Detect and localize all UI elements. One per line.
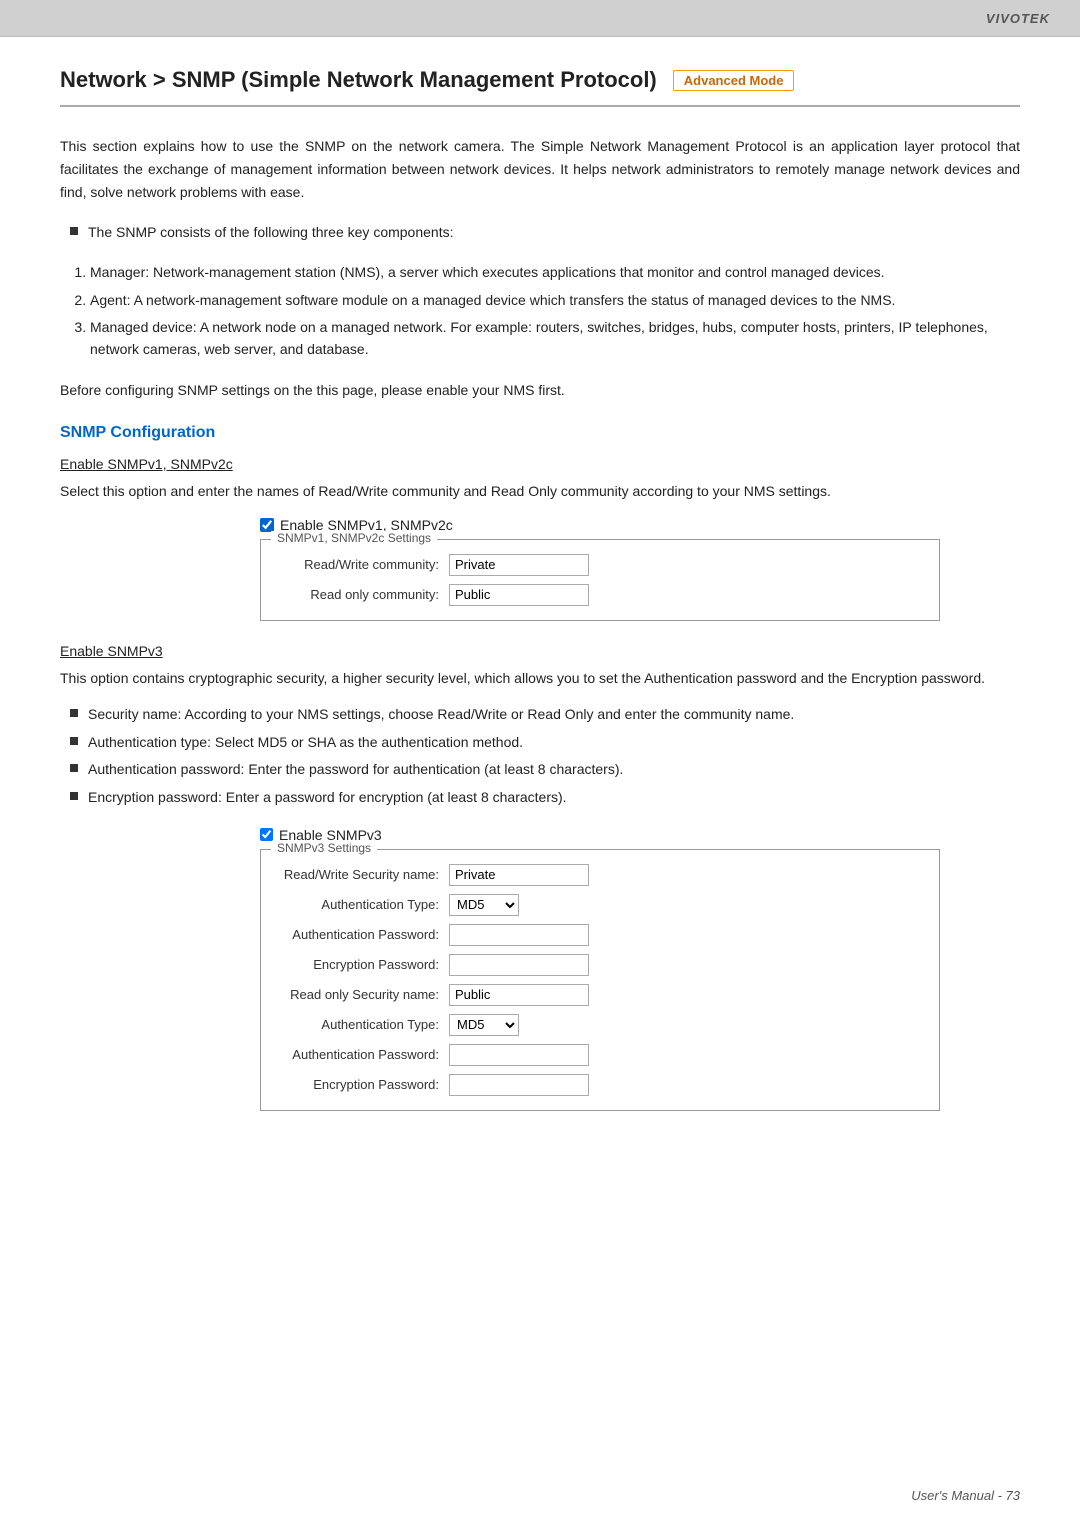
snmpv3-ro-secname-row: Read only Security name:: [279, 984, 921, 1006]
bullet-square-icon: [70, 227, 78, 235]
content-area: Network > SNMP (Simple Network Managemen…: [0, 37, 1080, 1193]
snmpv3-bullet-1: Security name: According to your NMS set…: [70, 704, 1020, 726]
before-config-text: Before configuring SNMP settings on the …: [60, 379, 1020, 402]
bullet-item-snmp-components: The SNMP consists of the following three…: [70, 222, 1020, 244]
snmpv3-ro-encpass-input[interactable]: [449, 1074, 589, 1096]
snmpv3-ro-authtype-label: Authentication Type:: [279, 1017, 449, 1032]
snmpv3-desc: This option contains cryptographic secur…: [60, 667, 1020, 690]
snmpv1v2c-ro-community-label: Read only community:: [279, 587, 449, 602]
snmpv3-rw-authtype-label: Authentication Type:: [279, 897, 449, 912]
page-title: Network > SNMP (Simple Network Managemen…: [60, 67, 657, 93]
snmpv3-bullet-3: Authentication password: Enter the passw…: [70, 759, 1020, 781]
snmpv1v2c-ro-community-row: Read only community:: [279, 584, 921, 606]
snmpv1v2c-ro-community-input[interactable]: [449, 584, 589, 606]
bullet-square-icon: [70, 764, 78, 772]
snmpv3-settings-title: SNMPv3 Settings: [271, 841, 377, 855]
snmpv3-rw-encpass-label: Encryption Password:: [279, 957, 449, 972]
snmpv3-bullet-4-text: Encryption password: Enter a password fo…: [88, 787, 567, 809]
snmpv3-bullet-list: Security name: According to your NMS set…: [70, 704, 1020, 809]
bullet-square-icon: [70, 792, 78, 800]
numbered-item-1: Manager: Network-management station (NMS…: [90, 262, 1020, 284]
snmpv3-bullet-4: Encryption password: Enter a password fo…: [70, 787, 1020, 809]
snmpv3-ro-authpass-input[interactable]: [449, 1044, 589, 1066]
snmpv1v2c-subheading: Enable SNMPv1, SNMPv2c: [60, 456, 1020, 472]
snmpv3-rw-authtype-select[interactable]: MD5 SHA: [449, 894, 519, 916]
snmpv3-rw-secname-row: Read/Write Security name:: [279, 864, 921, 886]
brand-label: VIVOTEK: [986, 11, 1050, 26]
snmpv3-rw-authtype-row: Authentication Type: MD5 SHA: [279, 894, 921, 916]
snmpv1v2c-rw-community-row: Read/Write community:: [279, 554, 921, 576]
snmpv3-ro-authpass-label: Authentication Password:: [279, 1047, 449, 1062]
top-bar: VIVOTEK: [0, 0, 1080, 36]
snmpv1v2c-settings-box: SNMPv1, SNMPv2c Settings Read/Write comm…: [260, 539, 940, 621]
snmpv3-ro-authtype-row: Authentication Type: MD5 SHA: [279, 1014, 921, 1036]
snmpv3-bullet-2: Authentication type: Select MD5 or SHA a…: [70, 732, 1020, 754]
snmpv1v2c-desc: Select this option and enter the names o…: [60, 480, 1020, 503]
snmpv3-ro-encpass-label: Encryption Password:: [279, 1077, 449, 1092]
snmpv3-bullet-1-text: Security name: According to your NMS set…: [88, 704, 794, 726]
snmpv1v2c-rw-community-label: Read/Write community:: [279, 557, 449, 572]
numbered-list: Manager: Network-management station (NMS…: [90, 262, 1020, 361]
page-title-row: Network > SNMP (Simple Network Managemen…: [60, 67, 1020, 107]
snmpv3-settings-box: SNMPv3 Settings Read/Write Security name…: [260, 849, 940, 1111]
bullet-list: The SNMP consists of the following three…: [70, 222, 1020, 244]
snmpv3-rw-encpass-input[interactable]: [449, 954, 589, 976]
numbered-item-2: Agent: A network-management software mod…: [90, 290, 1020, 312]
snmpv3-bullet-3-text: Authentication password: Enter the passw…: [88, 759, 623, 781]
numbered-item-3: Managed device: A network node on a mana…: [90, 317, 1020, 360]
snmpv1v2c-settings-title: SNMPv1, SNMPv2c Settings: [271, 531, 437, 545]
advanced-mode-badge[interactable]: Advanced Mode: [673, 70, 795, 91]
snmpv3-rw-secname-input[interactable]: [449, 864, 589, 886]
snmpv3-subheading: Enable SNMPv3: [60, 643, 1020, 659]
snmpv3-rw-authpass-label: Authentication Password:: [279, 927, 449, 942]
bullet-square-icon: [70, 737, 78, 745]
snmpv3-ro-secname-input[interactable]: [449, 984, 589, 1006]
snmpv3-rw-encpass-row: Encryption Password:: [279, 954, 921, 976]
footer-label: User's Manual - 73: [911, 1488, 1020, 1503]
snmpv3-ro-secname-label: Read only Security name:: [279, 987, 449, 1002]
snmpv3-ro-authpass-row: Authentication Password:: [279, 1044, 921, 1066]
snmp-config-heading: SNMP Configuration: [60, 424, 1020, 442]
snmpv3-ro-authtype-select[interactable]: MD5 SHA: [449, 1014, 519, 1036]
snmpv1v2c-rw-community-input[interactable]: [449, 554, 589, 576]
snmpv3-rw-authpass-input[interactable]: [449, 924, 589, 946]
snmpv3-ro-encpass-row: Encryption Password:: [279, 1074, 921, 1096]
snmpv3-checkbox[interactable]: [260, 828, 273, 841]
intro-paragraph: This section explains how to use the SNM…: [60, 135, 1020, 204]
bullet-item-text: The SNMP consists of the following three…: [88, 222, 453, 244]
snmpv3-rw-authpass-row: Authentication Password:: [279, 924, 921, 946]
snmpv3-rw-secname-label: Read/Write Security name:: [279, 867, 449, 882]
snmpv1v2c-checkbox[interactable]: [260, 518, 274, 532]
snmpv3-bullet-2-text: Authentication type: Select MD5 or SHA a…: [88, 732, 523, 754]
bullet-square-icon: [70, 709, 78, 717]
